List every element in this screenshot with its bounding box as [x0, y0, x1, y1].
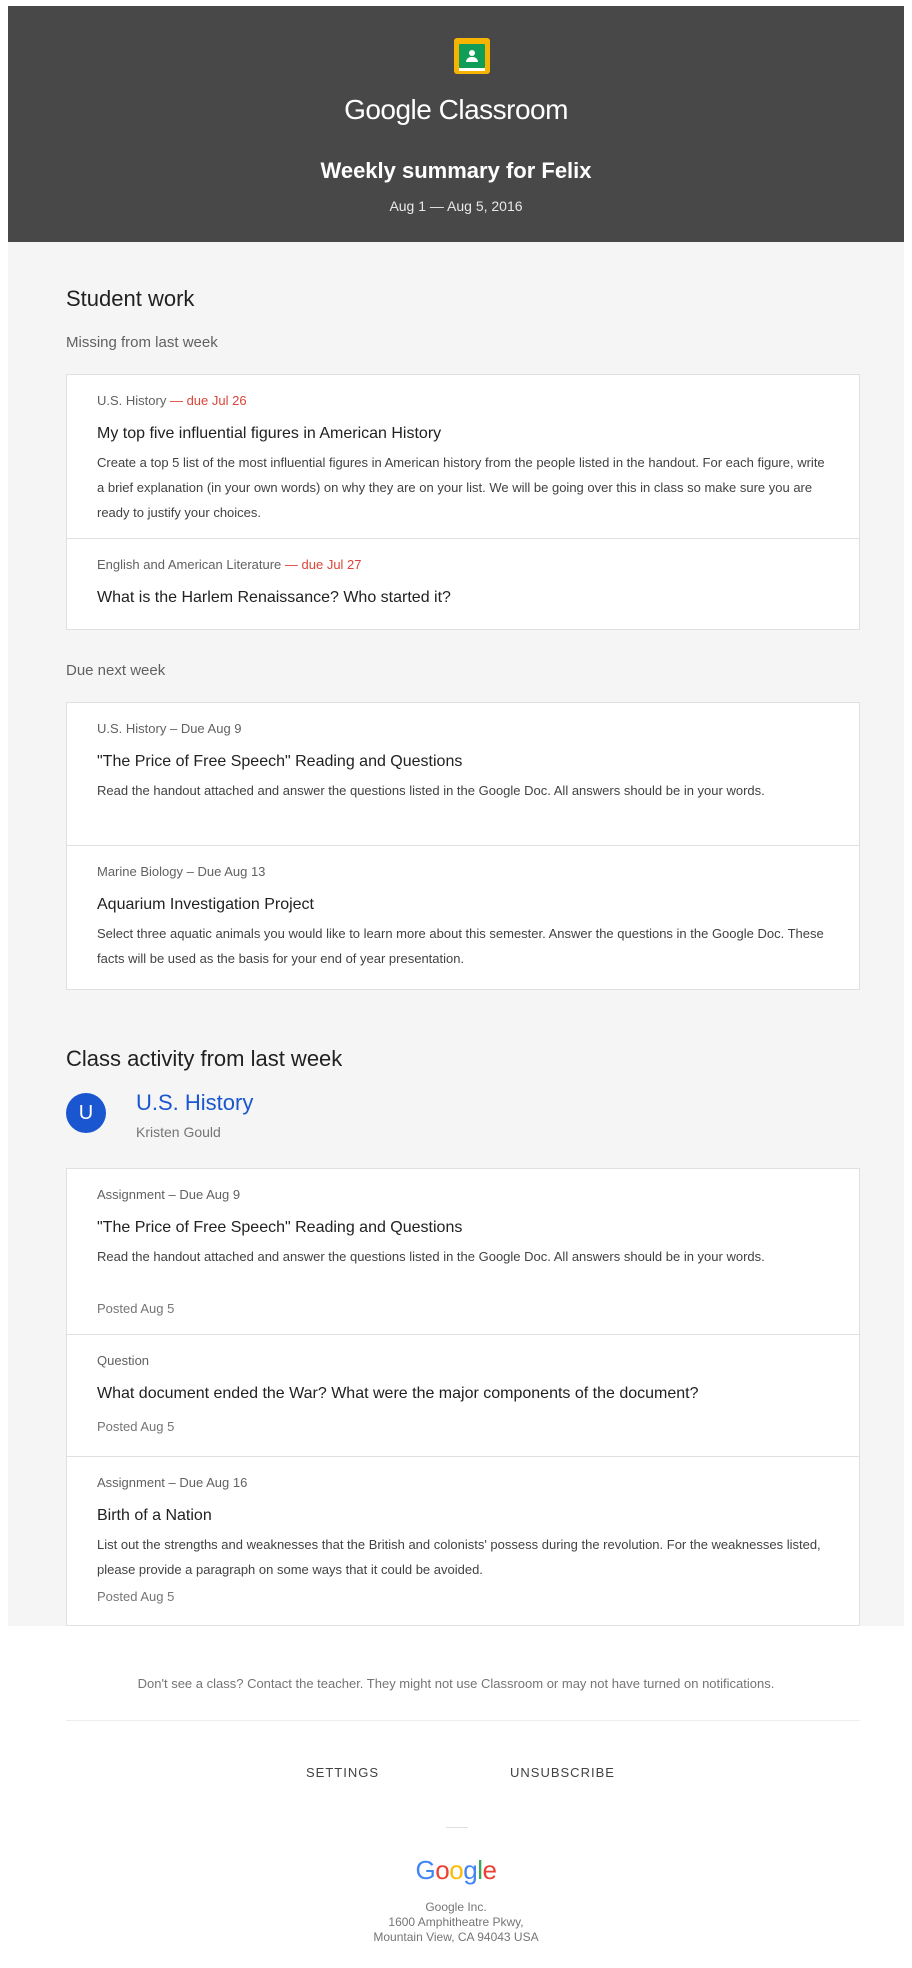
class-name: English and American Literature: [97, 557, 282, 572]
item-title[interactable]: What document ended the War? What were t…: [97, 1385, 699, 1403]
posted-date: Posted Aug 5: [97, 1301, 175, 1316]
item-meta: U.S. History – Due Aug 9: [97, 721, 242, 736]
unsubscribe-link[interactable]: UNSUBSCRIBE: [510, 1765, 615, 1780]
section-title-student-work: Student work: [66, 286, 195, 311]
work-item[interactable]: Marine Biology – Due Aug 13 Aquarium Inv…: [67, 846, 859, 989]
address-line: Mountain View, CA 94043 USA: [373, 1930, 539, 1944]
activity-item[interactable]: Assignment – Due Aug 16 Birth of a Natio…: [67, 1457, 859, 1625]
upcoming-work-card: U.S. History – Due Aug 9 "The Price of F…: [66, 702, 860, 990]
footer-divider: [66, 1720, 860, 1721]
posted-date: Posted Aug 5: [97, 1419, 175, 1434]
item-description: Read the handout attached and answer the…: [97, 783, 765, 798]
google-logo: Google: [415, 1855, 497, 1885]
activity-item[interactable]: Assignment – Due Aug 9 "The Price of Fre…: [67, 1169, 859, 1334]
meta-separator: —: [166, 393, 187, 408]
teacher-name: Kristen Gould: [136, 1124, 221, 1140]
section-title-class-activity: Class activity from last week: [66, 1046, 343, 1071]
item-description: List out the strengths and weaknesses th…: [97, 1537, 821, 1577]
item-title[interactable]: What is the Harlem Renaissance? Who star…: [97, 589, 451, 607]
class-name-link[interactable]: U.S. History: [136, 1090, 253, 1116]
item-description: Select three aquatic animals you would l…: [97, 926, 824, 966]
group-label-due-next-week: Due next week: [66, 662, 166, 679]
address-line: 1600 Amphitheatre Pkwy,: [388, 1915, 524, 1929]
work-item[interactable]: U.S. History — due Jul 26 My top five in…: [67, 375, 859, 538]
date-range: Aug 1 — Aug 5, 2016: [389, 198, 523, 214]
settings-link[interactable]: SETTINGS: [306, 1765, 379, 1780]
meta-separator: –: [164, 1475, 180, 1490]
item-type: Question: [97, 1353, 150, 1368]
item-meta: Marine Biology – Due Aug 13: [97, 864, 265, 879]
address-line: Google Inc.: [425, 1900, 487, 1914]
item-description: Create a top 5 list of the most influent…: [97, 455, 825, 520]
item-type: Assignment: [97, 1187, 165, 1202]
item-title[interactable]: Birth of a Nation: [97, 1507, 212, 1525]
due-date: due Jul 27: [301, 557, 362, 572]
item-meta: Assignment – Due Aug 9: [97, 1187, 240, 1202]
due-date: Due Aug 9: [180, 721, 242, 736]
class-name: U.S. History: [97, 721, 167, 736]
work-item[interactable]: English and American Literature — due Ju…: [67, 539, 859, 629]
class-name: U.S. History: [97, 393, 167, 408]
meta-separator: —: [281, 557, 302, 572]
app-name: Google Classroom: [344, 94, 568, 125]
email-header: Google Classroom Weekly summary for Feli…: [8, 6, 904, 242]
group-label-missing: Missing from last week: [66, 334, 218, 351]
item-description: Read the handout attached and answer the…: [97, 1249, 765, 1264]
item-type: Assignment: [97, 1475, 165, 1490]
footer-note: Don't see a class? Contact the teacher. …: [137, 1676, 775, 1691]
item-meta: Assignment – Due Aug 16: [97, 1475, 247, 1490]
activity-item[interactable]: Question What document ended the War? Wh…: [67, 1335, 859, 1456]
class-name: Marine Biology: [97, 864, 183, 879]
due-date: Due Aug 16: [179, 1475, 248, 1490]
item-title[interactable]: "The Price of Free Speech" Reading and Q…: [97, 753, 462, 771]
item-meta: U.S. History — due Jul 26: [97, 393, 247, 408]
summary-title: Weekly summary for Felix: [320, 158, 592, 183]
posted-date: Posted Aug 5: [97, 1589, 175, 1604]
meta-separator: –: [164, 1187, 180, 1202]
item-title[interactable]: "The Price of Free Speech" Reading and Q…: [97, 1219, 462, 1237]
due-date: Due Aug 13: [197, 864, 266, 879]
item-title[interactable]: My top five influential figures in Ameri…: [97, 425, 441, 443]
email-page: Google Classroom Weekly summary for Feli…: [0, 0, 912, 1968]
footer-small-divider: [446, 1827, 468, 1828]
due-date: Due Aug 9: [179, 1187, 241, 1202]
due-date: due Jul 26: [186, 393, 247, 408]
class-avatar: U: [66, 1093, 106, 1133]
missing-work-card: U.S. History — due Jul 26 My top five in…: [66, 374, 860, 630]
item-title[interactable]: Aquarium Investigation Project: [97, 896, 314, 914]
classroom-logo-icon: [454, 38, 490, 74]
meta-separator: –: [166, 721, 181, 736]
company-address: Google Inc. 1600 Amphitheatre Pkwy, Moun…: [0, 1900, 912, 1945]
item-meta: English and American Literature — due Ju…: [97, 557, 362, 572]
class-activity-card: Assignment – Due Aug 9 "The Price of Fre…: [66, 1168, 860, 1626]
meta-separator: –: [183, 864, 198, 879]
work-item[interactable]: U.S. History – Due Aug 9 "The Price of F…: [67, 703, 859, 845]
